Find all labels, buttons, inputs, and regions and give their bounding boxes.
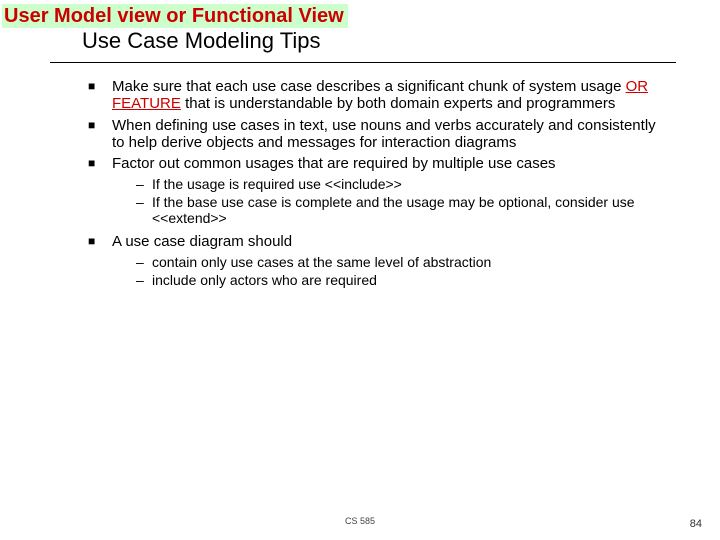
bullet-item: A use case diagram should contain only us… (88, 233, 668, 288)
bullet-text: A use case diagram should (112, 233, 292, 250)
bullet-text: Factor out common usages that are requir… (112, 155, 556, 172)
sub-list: contain only use cases at the same level… (136, 254, 668, 288)
bullet-list: Make sure that each use case describes a… (88, 78, 668, 288)
sub-item: If the base use case is complete and the… (136, 194, 668, 226)
divider (50, 62, 676, 63)
sub-list: If the usage is required use <<include>>… (136, 176, 668, 226)
bullet-text: When defining use cases in text, use nou… (112, 117, 656, 151)
bullet-text: Make sure that each use case describes a… (112, 78, 626, 95)
bullet-item: When defining use cases in text, use nou… (88, 117, 668, 152)
content-area: Make sure that each use case describes a… (88, 78, 668, 294)
bullet-item: Make sure that each use case describes a… (88, 78, 668, 113)
sub-item: include only actors who are required (136, 272, 668, 288)
banner-title: User Model view or Functional View (2, 4, 348, 28)
bullet-text: that is understandable by both domain ex… (181, 95, 615, 112)
footer-course: CS 585 (0, 516, 720, 526)
sub-item: contain only use cases at the same level… (136, 254, 668, 270)
page-subtitle: Use Case Modeling Tips (82, 28, 320, 54)
sub-item: If the usage is required use <<include>> (136, 176, 668, 192)
footer-page-number: 84 (690, 518, 702, 530)
bullet-item: Factor out common usages that are requir… (88, 155, 668, 227)
